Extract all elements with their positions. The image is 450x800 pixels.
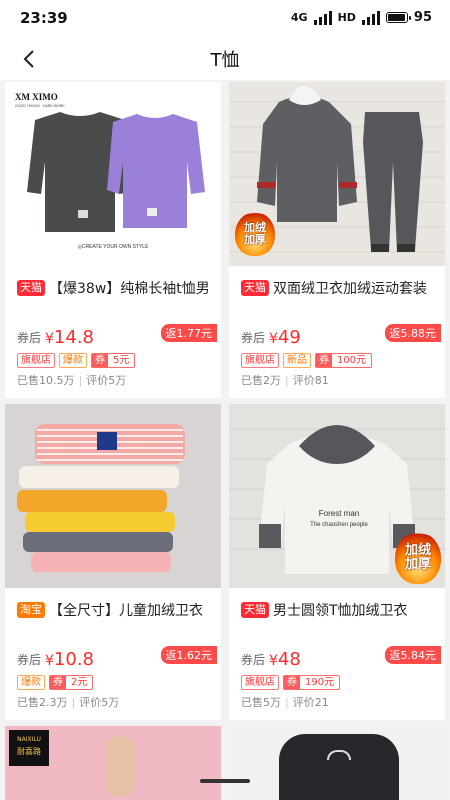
status-time: 23:39 bbox=[20, 9, 68, 27]
coupon-badge: 券 2元 bbox=[49, 674, 94, 690]
product-title-row: 天猫 男士圆领T恤加绒卫衣 bbox=[229, 588, 445, 622]
tag: 爆款 bbox=[59, 352, 87, 368]
image-print-sub: The chaoshen people bbox=[310, 522, 368, 528]
status-bar: 23:39 4G HD 95 bbox=[0, 0, 450, 36]
tag: 旗舰店 bbox=[241, 674, 279, 690]
tag-list: 爆款 券 2元 bbox=[5, 674, 221, 690]
product-price: ¥10.8 bbox=[45, 649, 94, 670]
product-title: 【全尺寸】儿童加绒卫衣 bbox=[49, 603, 203, 619]
sales-info: 已售2万 | 评价81 bbox=[241, 374, 329, 387]
rebate-badge: 返1.62元 bbox=[160, 646, 217, 664]
product-price: ¥49 bbox=[269, 327, 301, 348]
product-title-row: 淘宝 【全尺寸】儿童加绒卫衣 bbox=[5, 588, 221, 622]
product-image: 加绒 加厚 bbox=[229, 82, 445, 266]
product-card[interactable]: 淘宝 【全尺寸】儿童加绒卫衣 券后 ¥10.8 返1.62元 爆款 券 2元 已售… bbox=[5, 404, 221, 720]
image-logo: XM XIMO bbox=[15, 92, 58, 102]
review-count: 评价5万 bbox=[86, 374, 127, 387]
product-card[interactable]: XM XIMO GOOD THINGS · HARD WORK ◎CREATE … bbox=[5, 82, 221, 398]
battery-icon bbox=[385, 12, 411, 23]
review-count: 评价21 bbox=[292, 696, 329, 709]
home-indicator[interactable] bbox=[200, 779, 250, 783]
rebate-badge: 返1.77元 bbox=[160, 324, 217, 342]
product-price: ¥14.8 bbox=[45, 327, 94, 348]
tag: 爆款 bbox=[17, 674, 45, 690]
price-row: 券后 ¥49 返5.88元 bbox=[229, 322, 445, 348]
sold-count: 已售2.3万 bbox=[17, 696, 68, 709]
sales-info: 已售10.5万 | 评价5万 bbox=[17, 374, 127, 387]
product-card[interactable]: NAIXILU 耐喜路 bbox=[5, 726, 221, 800]
sold-count: 已售5万 bbox=[241, 696, 281, 709]
fleece-badge: 加绒 加厚 bbox=[235, 212, 275, 256]
nav-bar: T恤 bbox=[0, 36, 450, 80]
status-icons: 4G HD 95 bbox=[291, 10, 432, 25]
sales-info: 已售2.3万 | 评价5万 bbox=[17, 696, 120, 709]
platform-badge: 天猫 bbox=[241, 602, 269, 618]
sold-count: 已售10.5万 bbox=[17, 374, 75, 387]
hd-label: HD bbox=[337, 11, 356, 24]
after-coupon-label: 券后 bbox=[17, 331, 42, 345]
tag-list: 旗舰店 爆款 券 5元 bbox=[5, 352, 221, 368]
product-title: 【爆38w】纯棉长袖t恤男 bbox=[49, 281, 210, 297]
product-title-row: 天猫 双面绒卫衣加绒运动套装 bbox=[229, 266, 445, 300]
price-row: 券后 ¥14.8 返1.77元 bbox=[5, 322, 221, 348]
brand-logo: NAIXILU 耐喜路 bbox=[9, 730, 49, 766]
sold-count: 已售2万 bbox=[241, 374, 281, 387]
product-image bbox=[229, 726, 445, 800]
image-logo-sub: GOOD THINGS · HARD WORK bbox=[15, 104, 65, 108]
after-coupon-label: 券后 bbox=[17, 653, 42, 667]
battery-fill bbox=[387, 14, 405, 21]
fleece-badge: 加绒 加厚 bbox=[395, 532, 441, 584]
coupon-badge: 券 5元 bbox=[91, 352, 136, 368]
signal-icon-2 bbox=[361, 10, 380, 25]
tag-list: 旗舰店 新品 券 100元 bbox=[229, 352, 445, 368]
rebate-badge: 返5.88元 bbox=[384, 324, 441, 342]
network-label: 4G bbox=[290, 11, 308, 24]
product-image bbox=[5, 404, 221, 588]
price-row: 券后 ¥48 返5.84元 bbox=[229, 644, 445, 670]
review-count: 评价5万 bbox=[79, 696, 120, 709]
tag: 旗舰店 bbox=[241, 352, 279, 368]
product-image: XM XIMO GOOD THINGS · HARD WORK ◎CREATE … bbox=[5, 82, 221, 266]
product-title: 男士圆领T恤加绒卫衣 bbox=[273, 603, 408, 619]
image-caption: ◎CREATE YOUR OWN STYLE bbox=[78, 244, 150, 250]
product-image: NAIXILU 耐喜路 bbox=[5, 726, 221, 800]
sales-info: 已售5万 | 评价21 bbox=[241, 696, 329, 709]
platform-badge: 天猫 bbox=[241, 280, 269, 296]
product-title: 双面绒卫衣加绒运动套装 bbox=[273, 281, 427, 297]
tag: 新品 bbox=[283, 352, 311, 368]
tag: 旗舰店 bbox=[17, 352, 55, 368]
tag-list: 旗舰店 券 190元 bbox=[229, 674, 445, 690]
signal-icon bbox=[313, 10, 332, 25]
platform-badge: 天猫 bbox=[17, 280, 45, 296]
product-price: ¥48 bbox=[269, 649, 301, 670]
platform-badge: 淘宝 bbox=[17, 602, 45, 618]
page-title: T恤 bbox=[210, 50, 240, 71]
image-print: Forest man bbox=[319, 509, 359, 518]
after-coupon-label: 券后 bbox=[241, 331, 266, 345]
product-card[interactable]: Forest man The chaoshen people 加绒 加厚 天猫 男… bbox=[229, 404, 445, 720]
product-card[interactable] bbox=[229, 726, 445, 800]
battery-text: 95 bbox=[413, 10, 432, 25]
price-row: 券后 ¥10.8 返1.62元 bbox=[5, 644, 221, 670]
review-count: 评价81 bbox=[292, 374, 329, 387]
after-coupon-label: 券后 bbox=[241, 653, 266, 667]
coupon-badge: 券 190元 bbox=[283, 674, 341, 690]
product-image: Forest man The chaoshen people 加绒 加厚 bbox=[229, 404, 445, 588]
product-card[interactable]: 加绒 加厚 天猫 双面绒卫衣加绒运动套装 券后 ¥49 返5.88元 旗舰店 新品… bbox=[229, 82, 445, 398]
product-title-row: 天猫 【爆38w】纯棉长袖t恤男 bbox=[5, 266, 221, 300]
coupon-badge: 券 100元 bbox=[315, 352, 373, 368]
rebate-badge: 返5.84元 bbox=[384, 646, 441, 664]
